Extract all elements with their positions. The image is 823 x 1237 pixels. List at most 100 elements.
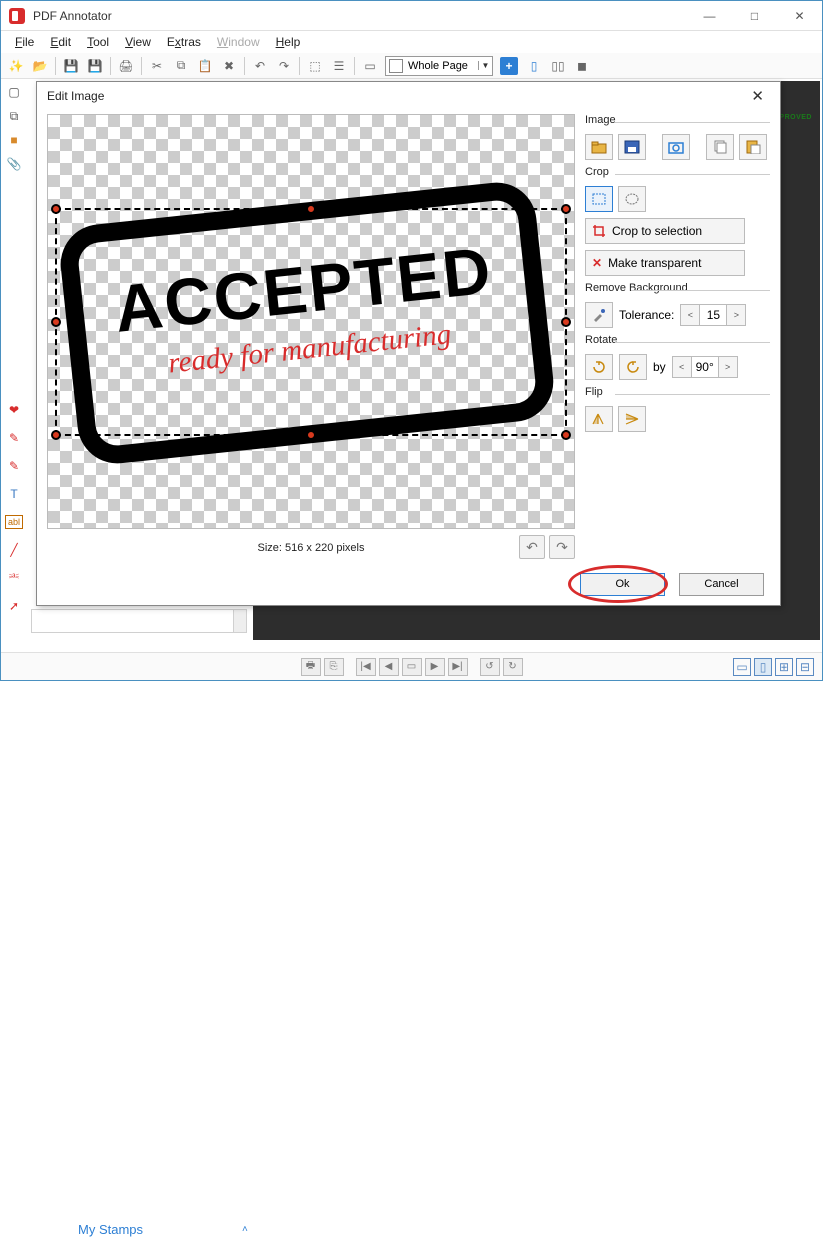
nav-print-icon[interactable]: 🖶 (301, 658, 321, 676)
image-canvas[interactable]: ACCEPTED ready for manufacturing (47, 114, 575, 529)
handle-ne[interactable] (561, 204, 571, 214)
redo-icon[interactable]: ↷ (273, 55, 295, 77)
undo-icon[interactable]: ↶ (249, 55, 271, 77)
zoom-combo[interactable]: ▼ (385, 56, 493, 76)
make-transparent-button[interactable]: ✕ Make transparent (585, 250, 745, 276)
save-as-icon[interactable]: 💾 (84, 55, 106, 77)
cut-icon[interactable]: ✂ (146, 55, 168, 77)
view-mode-1-icon[interactable]: ▭ (733, 658, 751, 676)
maximize-button[interactable]: □ (732, 1, 777, 31)
handle-n[interactable] (306, 204, 316, 214)
app-icon (9, 8, 25, 24)
chevron-up-icon[interactable]: ˄ (242, 1224, 248, 1235)
attachment-tab-icon[interactable]: 📎 (5, 155, 23, 173)
tolerance-increase[interactable]: > (727, 305, 745, 325)
group-icon[interactable]: ⬚ (304, 55, 326, 77)
menu-help[interactable]: Help (268, 33, 309, 51)
layout-dark-icon[interactable]: ◼ (571, 55, 593, 77)
nav-last-icon[interactable]: ▶| (448, 658, 468, 676)
handle-sw[interactable] (51, 430, 61, 440)
line-tool-icon[interactable]: ╱ (5, 541, 23, 559)
crop-rect-button[interactable] (585, 186, 613, 212)
view-mode-4-icon[interactable]: ⊟ (796, 658, 814, 676)
paste-icon[interactable]: 📋 (194, 55, 216, 77)
paste-image-button[interactable] (739, 134, 767, 160)
dialog-title: Edit Image (47, 89, 104, 103)
copy-icon[interactable]: ⧉ (170, 55, 192, 77)
eyedropper-button[interactable] (585, 302, 613, 328)
save-image-button[interactable] (618, 134, 646, 160)
nav-next-icon[interactable]: ▶ (425, 658, 445, 676)
menu-view[interactable]: View (117, 33, 159, 51)
menubar: File Edit Tool View Extras Window Help (1, 31, 822, 53)
layout-single-icon[interactable]: ▯ (523, 55, 545, 77)
view-mode-3-icon[interactable]: ⊞ (775, 658, 793, 676)
folder-tab-icon[interactable]: ■ (5, 131, 23, 149)
nav-page-icon[interactable]: ▭ (402, 658, 422, 676)
abl-tool-icon[interactable]: abl (5, 515, 23, 529)
menu-extras[interactable]: Extras (159, 33, 209, 51)
open-icon[interactable]: 📂 (29, 55, 51, 77)
panel-scrollbar[interactable] (233, 609, 247, 633)
nav-first-icon[interactable]: |◀ (356, 658, 376, 676)
handle-nw[interactable] (51, 204, 61, 214)
page-tab-icon[interactable]: ▢ (5, 83, 23, 101)
zoom-plus-button[interactable]: + (500, 57, 518, 75)
nav-fwd-icon[interactable]: ↻ (503, 658, 523, 676)
text-tool-icon[interactable]: T (5, 485, 23, 503)
stamps-panel-header[interactable]: My Stamps ˄ (31, 609, 246, 633)
print-icon[interactable]: 🖨 (115, 55, 137, 77)
layout-double-icon[interactable]: ▯▯ (547, 55, 569, 77)
copy-image-button[interactable] (706, 134, 734, 160)
view-mode-2-icon[interactable]: ▯ (754, 658, 772, 676)
crop-to-selection-button[interactable]: Crop to selection (585, 218, 745, 244)
dialog-undo-button[interactable]: ↶ (519, 535, 545, 559)
nav-back-icon[interactable]: ↺ (480, 658, 500, 676)
menu-edit[interactable]: Edit (42, 33, 79, 51)
pen-icon[interactable]: ✎ (5, 429, 23, 447)
tolerance-decrease[interactable]: < (681, 305, 699, 325)
rotate-ccw-button[interactable] (585, 354, 613, 380)
new-doc-icon[interactable]: ✨ (5, 55, 27, 77)
cancel-button[interactable]: Cancel (679, 573, 764, 596)
delete-icon[interactable]: ✖ (218, 55, 240, 77)
handle-se[interactable] (561, 430, 571, 440)
capture-image-button[interactable] (662, 134, 690, 160)
zoom-input[interactable] (406, 60, 478, 72)
tolerance-label: Tolerance: (619, 308, 674, 322)
rotate-decrease[interactable]: < (673, 357, 691, 377)
crop-lasso-button[interactable] (618, 186, 646, 212)
rotate-spinner[interactable]: < 90° > (672, 356, 738, 378)
rotate-increase[interactable]: > (719, 357, 737, 377)
ok-button[interactable]: Ok (580, 573, 665, 596)
save-icon[interactable]: 💾 (60, 55, 82, 77)
my-stamps-label[interactable]: My Stamps (78, 1222, 143, 1237)
stamp-list-icon[interactable]: ☰ (328, 55, 350, 77)
menu-file[interactable]: File (7, 33, 42, 51)
flip-vertical-button[interactable] (618, 406, 646, 432)
crop-selection[interactable] (55, 208, 567, 436)
handle-w[interactable] (51, 317, 61, 327)
rotate-value: 90° (691, 357, 719, 377)
menu-tool[interactable]: Tool (79, 33, 117, 51)
stamp-tool-icon[interactable]: ⎃ (5, 569, 23, 587)
flip-horizontal-button[interactable] (585, 406, 613, 432)
heart-icon[interactable]: ❤ (5, 401, 23, 419)
open-image-button[interactable] (585, 134, 613, 160)
dialog-redo-button[interactable]: ↷ (549, 535, 575, 559)
nav-export-icon[interactable]: ⎘ (324, 658, 344, 676)
arrow-tool-icon[interactable]: ➚ (5, 597, 23, 615)
dialog-close-icon[interactable]: ✕ (745, 85, 770, 107)
zoom-out-icon[interactable]: ▭ (359, 55, 381, 77)
section-crop-label: Crop (585, 166, 770, 180)
pages-tab-icon[interactable]: ⧉ (5, 107, 23, 125)
handle-e[interactable] (561, 317, 571, 327)
rotate-cw-button[interactable] (619, 354, 647, 380)
handle-s[interactable] (306, 430, 316, 440)
tolerance-spinner[interactable]: < 15 > (680, 304, 746, 326)
close-button[interactable]: ✕ (777, 1, 822, 31)
minimize-button[interactable]: — (687, 1, 732, 31)
nav-prev-icon[interactable]: ◀ (379, 658, 399, 676)
zoom-dropdown[interactable]: ▼ (478, 61, 492, 70)
marker-icon[interactable]: ✎ (5, 457, 23, 475)
